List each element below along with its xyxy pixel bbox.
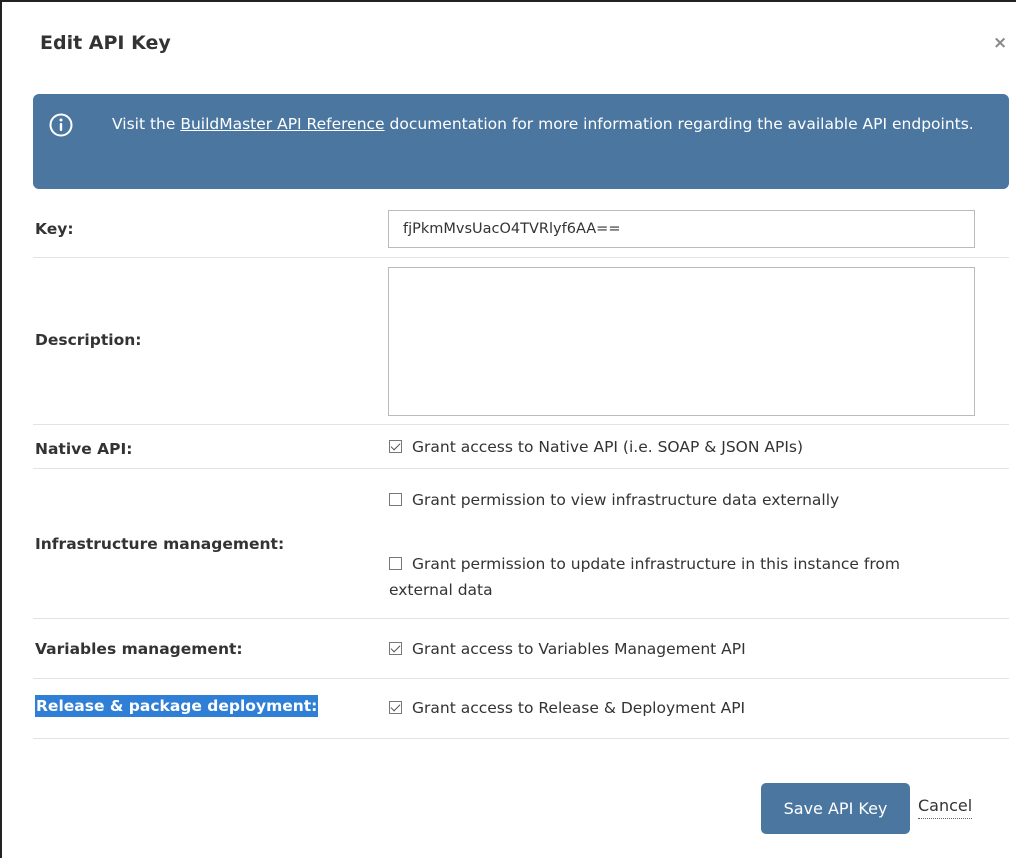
infrastructure-view-option: Grant permission to view infrastructure …	[389, 487, 929, 513]
variables-checkbox[interactable]	[389, 642, 402, 655]
key-label: Key:	[35, 220, 74, 238]
variables-option: Grant access to Variables Management API	[389, 636, 969, 662]
key-input[interactable]	[388, 210, 975, 248]
info-text-before: Visit the	[112, 115, 181, 133]
info-text-after: documentation for more information regar…	[384, 115, 974, 133]
dialog-title: Edit API Key	[40, 32, 171, 54]
infrastructure-label: Infrastructure management:	[35, 535, 285, 553]
description-textarea[interactable]	[388, 267, 975, 416]
release-row: Release & package deployment: Grant acce…	[33, 679, 1009, 739]
infrastructure-update-checkbox[interactable]	[389, 557, 402, 570]
api-reference-link[interactable]: BuildMaster API Reference	[180, 115, 384, 133]
edit-api-key-dialog: Edit API Key × Visit the BuildMaster API…	[0, 0, 1016, 858]
save-api-key-button[interactable]: Save API Key	[761, 783, 910, 834]
infrastructure-view-option-label[interactable]: Grant permission to view infrastructure …	[412, 491, 839, 509]
key-row: Key:	[33, 203, 1009, 258]
native-api-checkbox[interactable]	[389, 440, 402, 453]
description-label: Description:	[35, 331, 142, 349]
native-api-row: Native API: Grant access to Native API (…	[33, 425, 1009, 469]
native-api-option-label[interactable]: Grant access to Native API (i.e. SOAP & …	[412, 438, 803, 456]
variables-label: Variables management:	[35, 640, 243, 658]
info-circle-icon	[49, 113, 73, 137]
close-icon[interactable]: ×	[993, 33, 1007, 53]
release-label: Release & package deployment:	[35, 695, 319, 717]
native-api-label: Native API:	[35, 440, 133, 458]
release-option-label[interactable]: Grant access to Release & Deployment API	[412, 699, 745, 717]
info-banner: Visit the BuildMaster API Reference docu…	[33, 94, 1009, 189]
release-label-text: Release & package deployment:	[35, 695, 319, 717]
infrastructure-update-option: Grant permission to update infrastructur…	[389, 551, 929, 603]
release-checkbox[interactable]	[389, 701, 402, 714]
info-text: Visit the BuildMaster API Reference docu…	[112, 112, 992, 136]
description-row: Description:	[33, 258, 1009, 425]
release-option: Grant access to Release & Deployment API	[389, 695, 969, 721]
infrastructure-view-checkbox[interactable]	[389, 493, 402, 506]
infrastructure-update-option-label[interactable]: Grant permission to update infrastructur…	[389, 555, 900, 599]
variables-row: Variables management: Grant access to Va…	[33, 619, 1009, 679]
native-api-option: Grant access to Native API (i.e. SOAP & …	[389, 434, 969, 460]
infrastructure-row: Infrastructure management: Grant permiss…	[33, 469, 1009, 619]
cancel-button[interactable]: Cancel	[918, 796, 973, 819]
variables-option-label[interactable]: Grant access to Variables Management API	[412, 640, 746, 658]
